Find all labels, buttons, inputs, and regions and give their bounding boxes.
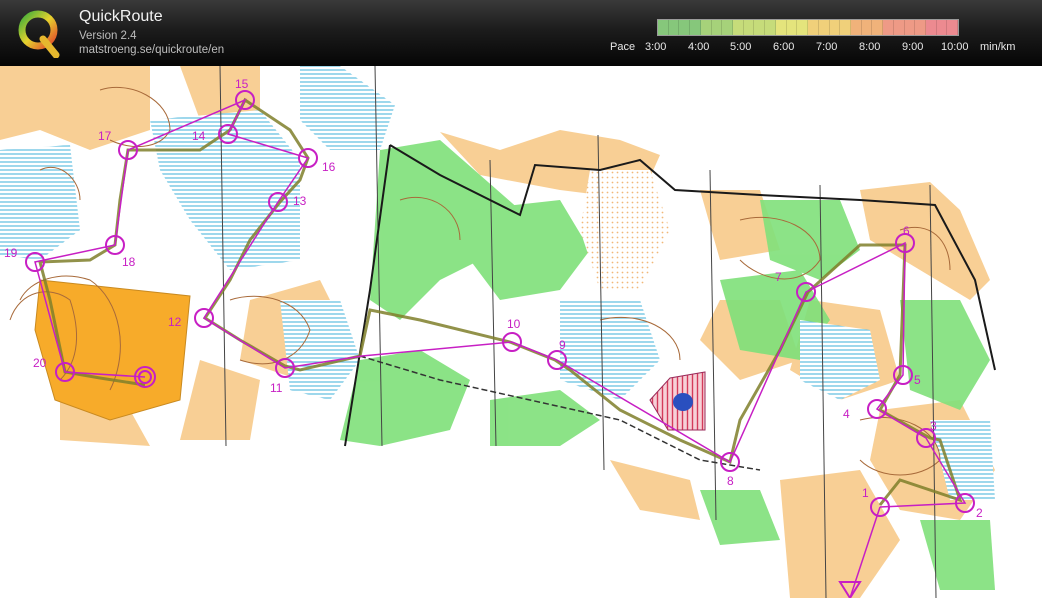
control-number: 9 (559, 338, 566, 352)
pace-tick: 6:00 (773, 41, 795, 53)
pace-scale-segment (711, 20, 723, 35)
pace-scale-segment (925, 20, 937, 35)
pace-scale-segment (840, 20, 851, 35)
map-svg: 1 2 3 4 5 6 7 8 9 10 11 12 13 14 15 16 1… (0, 66, 1000, 598)
control-number: 14 (192, 129, 206, 143)
pace-scale-segment (700, 20, 712, 35)
control-number: 16 (322, 160, 336, 174)
app-header: QuickRoute Version 2.4 matstroeng.se/qui… (0, 0, 1042, 66)
control-number: 3 (930, 419, 937, 433)
control-number: 13 (293, 194, 307, 208)
control-number: 18 (122, 255, 136, 269)
control-number: 17 (98, 129, 112, 143)
pace-scale-segment (808, 20, 819, 35)
pace-tick: 10:00 (941, 41, 969, 53)
control-number: 19 (4, 246, 18, 260)
control-number: 15 (235, 77, 249, 91)
pace-unit: min/km (980, 41, 1016, 53)
pace-scale-segment (861, 20, 873, 35)
pace-scale-segment (722, 20, 734, 35)
pace-tick: 4:00 (688, 41, 710, 53)
control-number: 6 (903, 224, 910, 238)
pace-label: Pace (610, 41, 636, 53)
pace-tick: 5:00 (730, 41, 752, 53)
quickroute-q-logo-icon (18, 10, 60, 58)
control-number: 2 (976, 506, 983, 520)
pace-scale-segment (668, 20, 680, 35)
pace-scale-segment (872, 20, 884, 35)
app-version: Version 2.4 (79, 30, 137, 42)
control-number: 4 (843, 407, 850, 421)
control-number: 12 (168, 315, 182, 329)
pace-scale-segment (883, 20, 894, 35)
pace-scale-segment (690, 20, 701, 35)
control-number: 11 (270, 381, 283, 395)
pace-scale-segment (829, 20, 841, 35)
pace-scale-segment (947, 20, 959, 35)
control-number: 20 (33, 356, 47, 370)
pace-scale-segment (850, 20, 862, 35)
pace-scale-segment (786, 20, 798, 35)
pace-tick: 7:00 (816, 41, 838, 53)
pace-scale-segment (743, 20, 755, 35)
pond (673, 393, 693, 411)
pace-tick: 9:00 (902, 41, 924, 53)
orienteering-map-canvas[interactable]: 1 2 3 4 5 6 7 8 9 10 11 12 13 14 15 16 1… (0, 66, 1042, 598)
pace-scale-segment (765, 20, 776, 35)
control-number: 7 (775, 270, 782, 284)
pace-scale-segment (915, 20, 926, 35)
pace-scale-segment (893, 20, 905, 35)
pace-tick: 3:00 (645, 41, 667, 53)
pace-scale-segment (733, 20, 744, 35)
pace-scale-segment (797, 20, 809, 35)
pace-scale-segment (904, 20, 916, 35)
pace-scale-segment (658, 20, 669, 35)
quickroute-window: QuickRoute Version 2.4 matstroeng.se/qui… (0, 0, 1042, 598)
pace-tick: 8:00 (859, 41, 881, 53)
pace-scale-segment (936, 20, 948, 35)
pace-scale-segment (754, 20, 766, 35)
app-title: QuickRoute (79, 8, 163, 25)
pace-scale-segment (679, 20, 691, 35)
app-url-link[interactable]: matstroeng.se/quickroute/en (79, 44, 224, 56)
control-number: 5 (914, 373, 921, 387)
control-number: 1 (862, 486, 869, 500)
pace-color-scale (657, 19, 959, 36)
control-number: 8 (727, 474, 734, 488)
pace-scale-segment (775, 20, 787, 35)
pace-scale-segment (818, 20, 830, 35)
control-number: 10 (507, 317, 521, 331)
